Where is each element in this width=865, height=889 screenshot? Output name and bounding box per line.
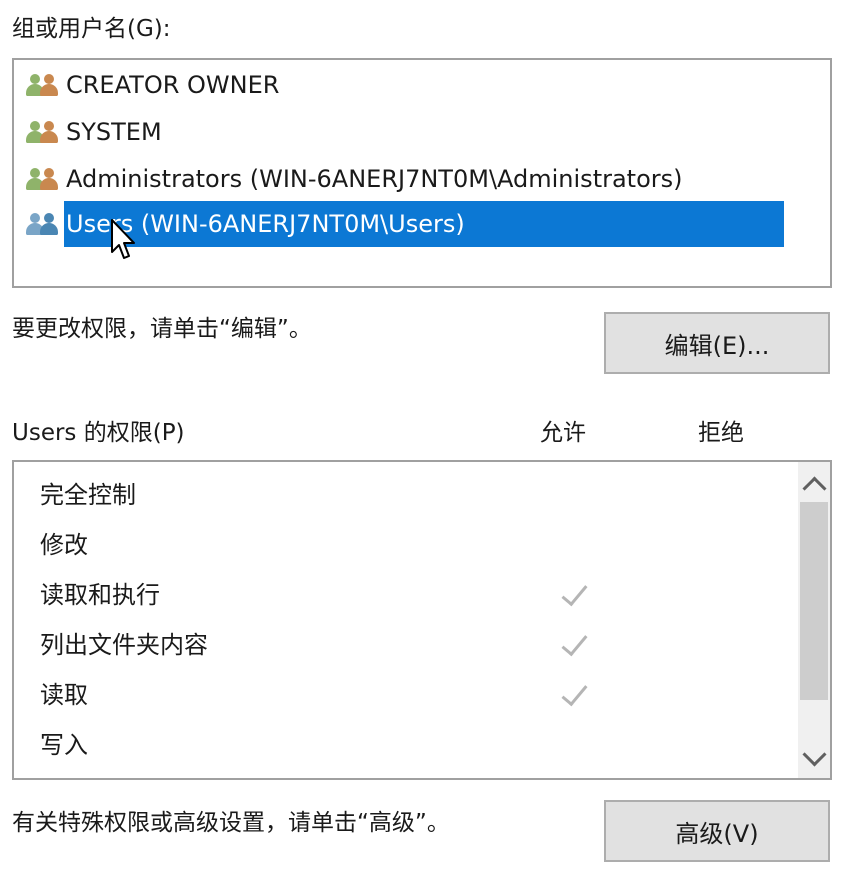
group-item-label: CREATOR OWNER xyxy=(66,71,280,99)
permission-row: 读取和执行 xyxy=(40,581,160,609)
users-group-icon xyxy=(24,117,62,147)
group-item-label: Users (WIN-6ANERJ7NT0M\Users) xyxy=(64,201,784,247)
permission-row: 列出文件夹内容 xyxy=(40,631,208,659)
group-item-creator-owner[interactable]: CREATOR OWNER xyxy=(24,62,285,108)
users-group-icon xyxy=(24,209,62,239)
group-item-system[interactable]: SYSTEM xyxy=(24,109,168,155)
advanced-hint-text: 有关特殊权限或高级设置，请单击“高级”。 xyxy=(12,810,450,836)
advanced-button[interactable]: 高级(V) xyxy=(604,800,830,862)
group-item-users[interactable]: Users (WIN-6ANERJ7NT0M\Users) xyxy=(24,201,784,247)
group-item-label: SYSTEM xyxy=(66,118,162,146)
permissions-list[interactable]: 完全控制 修改 读取和执行 列出文件夹内容 读取 写入 xyxy=(12,460,832,780)
allow-check-icon xyxy=(560,670,590,720)
mouse-pointer-icon xyxy=(111,219,135,259)
users-group-icon xyxy=(24,70,62,100)
permission-row: 修改 xyxy=(40,531,88,559)
permission-row: 写入 xyxy=(40,731,88,759)
deny-column-header: 拒绝 xyxy=(698,420,744,446)
group-list-label: 组或用户名(G): xyxy=(12,16,171,42)
allow-check-icon xyxy=(560,570,590,620)
scroll-thumb[interactable] xyxy=(800,502,828,700)
scrollbar[interactable] xyxy=(798,462,830,778)
allow-column-header: 允许 xyxy=(540,420,586,446)
users-group-icon xyxy=(24,164,62,194)
edit-button[interactable]: 编辑(E)... xyxy=(604,312,830,374)
permission-row: 读取 xyxy=(40,681,88,709)
edit-hint-text: 要更改权限，请单击“编辑”。 xyxy=(12,316,312,342)
permissions-label: Users 的权限(P) xyxy=(12,420,185,446)
permission-row: 完全控制 xyxy=(40,481,136,509)
group-item-label: Administrators (WIN-6ANERJ7NT0M\Administ… xyxy=(66,165,683,193)
allow-check-icon xyxy=(560,620,590,670)
group-item-administrators[interactable]: Administrators (WIN-6ANERJ7NT0M\Administ… xyxy=(24,156,689,202)
scroll-down-arrow-icon[interactable] xyxy=(802,742,827,767)
scroll-up-arrow-icon[interactable] xyxy=(802,476,827,501)
